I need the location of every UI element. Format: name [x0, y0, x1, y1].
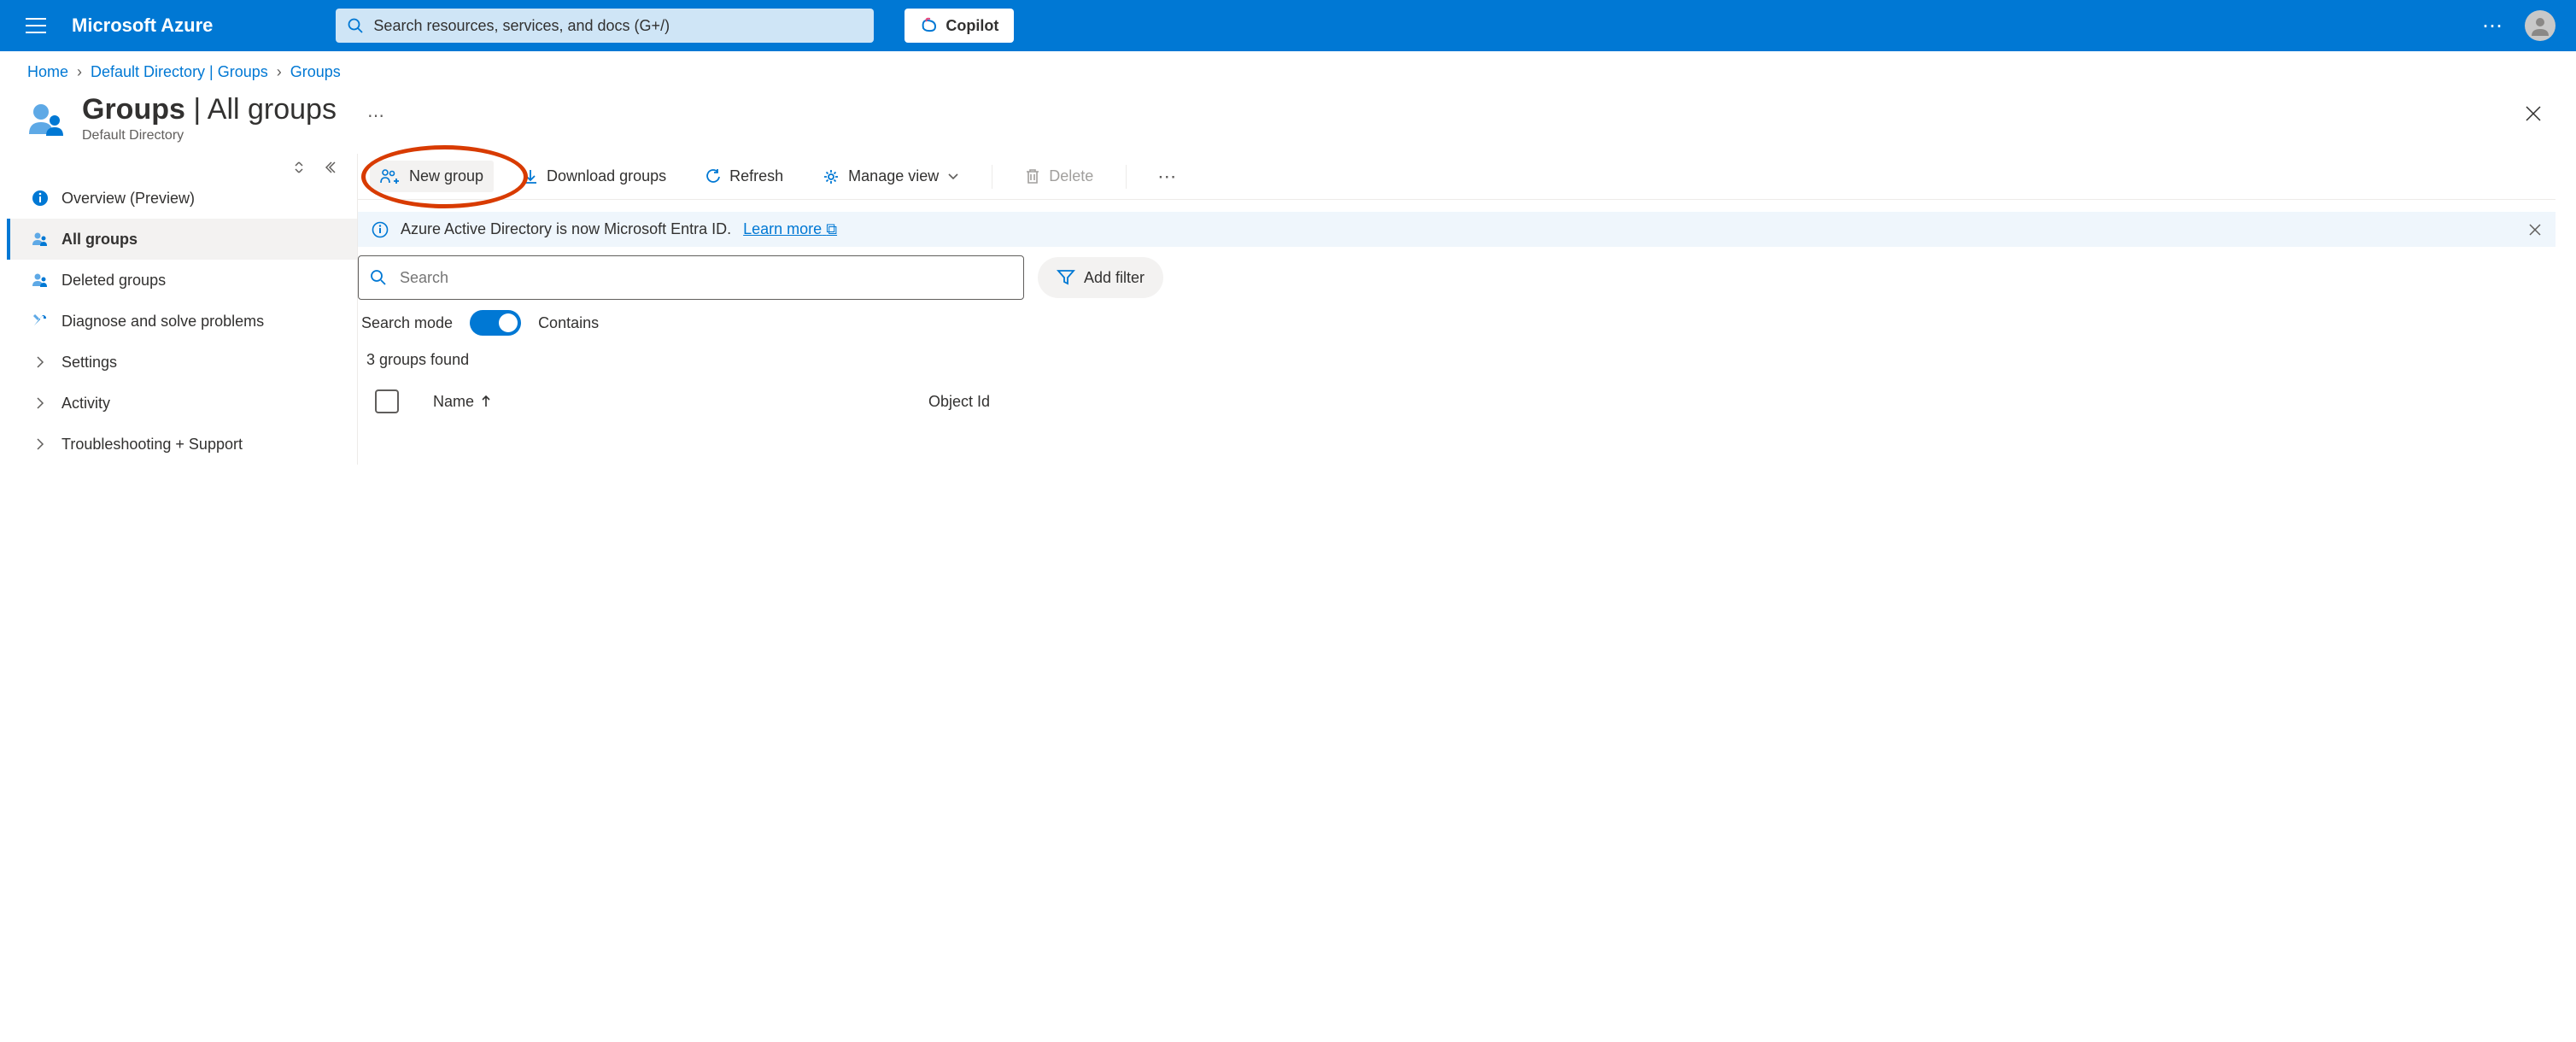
search-icon: [348, 18, 363, 33]
toolbar-label: New group: [409, 167, 483, 185]
toolbar: New group Download groups Refresh Manage…: [358, 154, 2556, 200]
groups-icon: [27, 98, 68, 139]
copilot-label: Copilot: [946, 17, 998, 35]
sort-asc-icon: [481, 395, 491, 407]
external-link-icon: ⧉: [826, 220, 837, 237]
global-search-input[interactable]: [336, 9, 874, 43]
breadcrumb-item-groups[interactable]: Groups: [290, 63, 341, 81]
download-groups-button[interactable]: Download groups: [512, 161, 676, 192]
sidebar-item-all-groups[interactable]: All groups: [7, 219, 357, 260]
column-header-object-id[interactable]: Object Id: [928, 393, 990, 411]
sidebar-item-deleted-groups[interactable]: Deleted groups: [7, 260, 357, 301]
brand-label: Microsoft Azure: [72, 15, 213, 37]
copilot-button[interactable]: Copilot: [905, 9, 1014, 43]
people-icon: [31, 272, 50, 289]
chevron-down-icon: [947, 173, 959, 181]
chevron-right-icon: [31, 356, 50, 368]
search-mode-toggle[interactable]: [470, 310, 521, 336]
search-mode-value: Contains: [538, 314, 599, 332]
collapse-sidebar-icon[interactable]: [323, 161, 337, 174]
toolbar-label: Manage view: [848, 167, 939, 185]
gear-icon: [823, 168, 840, 185]
trash-icon: [1025, 168, 1040, 185]
people-icon: [31, 231, 50, 248]
breadcrumb: Home › Default Directory | Groups › Grou…: [0, 51, 2576, 93]
sidebar-item-settings[interactable]: Settings: [7, 342, 357, 383]
info-icon: [31, 190, 50, 207]
toolbar-label: Delete: [1049, 167, 1093, 185]
sidebar-item-label: All groups: [61, 231, 138, 249]
refresh-button[interactable]: Refresh: [695, 161, 793, 192]
new-group-button[interactable]: New group: [370, 161, 494, 192]
hamburger-menu-icon[interactable]: [20, 13, 51, 38]
chevron-right-icon: ›: [277, 63, 282, 81]
sidebar-item-diagnose[interactable]: Diagnose and solve problems: [7, 301, 357, 342]
sidebar-item-label: Diagnose and solve problems: [61, 313, 264, 331]
main-content: New group Download groups Refresh Manage…: [357, 154, 2576, 465]
refresh-icon: [705, 169, 721, 184]
title-more-icon[interactable]: ⋯: [367, 105, 386, 126]
page-header: Groups | All groups Default Directory ⋯: [0, 93, 2576, 154]
close-icon[interactable]: [2525, 105, 2542, 122]
download-icon: [523, 169, 538, 184]
sidebar-item-label: Activity: [61, 395, 110, 413]
breadcrumb-item-home[interactable]: Home: [27, 63, 68, 81]
manage-view-button[interactable]: Manage view: [812, 161, 969, 192]
banner-close-icon[interactable]: [2528, 223, 2542, 237]
banner-text: Azure Active Directory is now Microsoft …: [401, 220, 731, 238]
breadcrumb-item-directory[interactable]: Default Directory | Groups: [91, 63, 268, 81]
sidebar-item-label: Settings: [61, 354, 117, 372]
delete-button: Delete: [1015, 161, 1104, 192]
copilot-icon: [920, 16, 939, 35]
search-mode-label: Search mode: [361, 314, 453, 332]
toolbar-separator: [1126, 165, 1127, 189]
page-title: Groups | All groups: [82, 93, 337, 126]
top-bar: Microsoft Azure Copilot ⋯: [0, 0, 2576, 51]
people-plus-icon: [380, 168, 401, 185]
add-filter-label: Add filter: [1084, 269, 1145, 287]
sort-icon[interactable]: [292, 161, 306, 174]
wrench-icon: [31, 313, 50, 330]
column-header-name[interactable]: Name: [433, 393, 894, 411]
results-count: 3 groups found: [358, 348, 2556, 383]
table-header: Name Object Id: [358, 383, 2556, 420]
filter-icon: [1057, 269, 1075, 286]
header-more-icon[interactable]: ⋯: [2482, 14, 2504, 38]
sidebar-item-activity[interactable]: Activity: [7, 383, 357, 424]
groups-search-input[interactable]: [358, 255, 1024, 300]
info-icon: [372, 221, 389, 238]
sidebar-item-troubleshooting[interactable]: Troubleshooting + Support: [7, 424, 357, 465]
chevron-right-icon: [31, 438, 50, 450]
sidebar: Overview (Preview) All groups Deleted gr…: [7, 154, 357, 465]
user-avatar[interactable]: [2525, 10, 2556, 41]
sidebar-item-label: Overview (Preview): [61, 190, 195, 208]
banner-learn-more-link[interactable]: Learn more ⧉: [743, 220, 837, 238]
sidebar-item-label: Deleted groups: [61, 272, 166, 290]
select-all-checkbox[interactable]: [375, 389, 399, 413]
info-banner: Azure Active Directory is now Microsoft …: [358, 212, 2556, 247]
chevron-right-icon: [31, 397, 50, 409]
toolbar-label: Refresh: [729, 167, 783, 185]
sidebar-item-overview[interactable]: Overview (Preview): [7, 178, 357, 219]
chevron-right-icon: ›: [77, 63, 82, 81]
search-icon: [370, 269, 387, 286]
page-subtitle: Default Directory: [82, 128, 337, 143]
toolbar-more-icon[interactable]: ⋯: [1149, 166, 1186, 188]
toolbar-label: Download groups: [547, 167, 666, 185]
add-filter-button[interactable]: Add filter: [1038, 257, 1163, 298]
sidebar-item-label: Troubleshooting + Support: [61, 436, 243, 454]
